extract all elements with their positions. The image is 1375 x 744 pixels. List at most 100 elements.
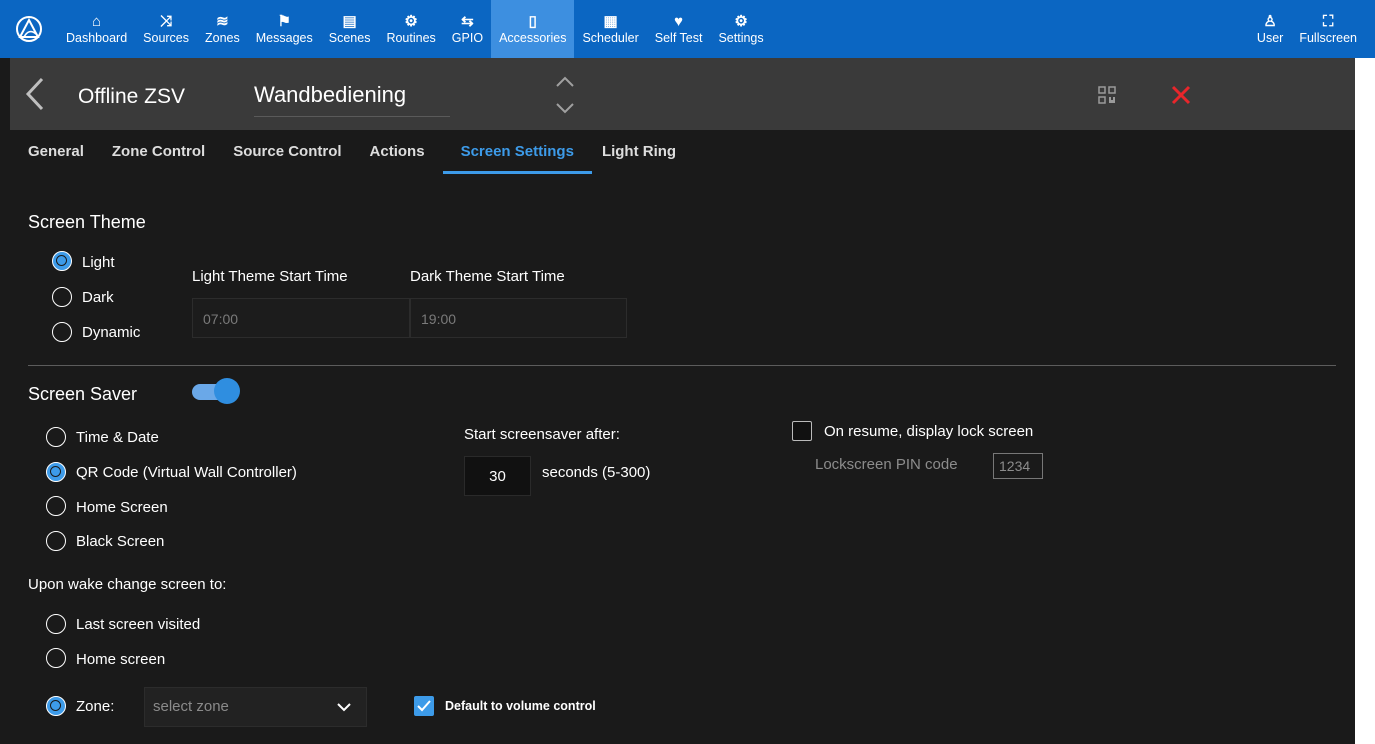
pin-code-label: Lockscreen PIN code — [815, 456, 958, 473]
toggle-knob — [214, 378, 240, 404]
nav-sources[interactable]: ⤨ Sources — [135, 0, 197, 58]
page-title: Offline ZSV — [78, 85, 185, 108]
saver-black-screen-label: Black Screen — [76, 533, 165, 550]
nav-label: Settings — [718, 30, 764, 45]
theme-dynamic-radio[interactable] — [52, 322, 72, 342]
nav-scheduler[interactable]: ▦ Scheduler — [574, 0, 646, 58]
top-nav: ⌂ Dashboard ⤨ Sources ≋ Zones ⚑ Messages ▤ Scenes… — [0, 0, 1375, 58]
default-volume-label: Default to volume control — [445, 699, 596, 713]
nav-zones[interactable]: ≋ Zones — [197, 0, 248, 58]
tab-screen-settings[interactable]: Screen Settings — [442, 130, 592, 174]
nav-label: Zones — [205, 30, 240, 45]
tablet-icon: ▯ — [528, 12, 537, 30]
zone-select-value: select zone — [153, 698, 229, 715]
device-name-field[interactable]: Wandbediening — [254, 82, 406, 108]
fullscreen-icon: ⛶ — [1322, 12, 1334, 30]
nav-label: Sources — [143, 30, 190, 45]
saver-qr-code-radio[interactable] — [46, 462, 66, 482]
tab-light-ring[interactable]: Light Ring — [592, 130, 694, 174]
nav-label: Routines — [386, 30, 436, 45]
right-gutter — [1355, 58, 1375, 744]
theme-light-radio[interactable] — [52, 251, 72, 271]
pin-code-input[interactable]: 1234 — [993, 453, 1043, 479]
checkmark-icon — [417, 700, 431, 712]
device-header: Offline ZSV Wandbediening — [10, 58, 1355, 130]
nav-label: GPIO — [451, 30, 484, 45]
tab-zone-control[interactable]: Zone Control — [102, 130, 223, 174]
cogs-icon: ⚙ — [404, 12, 418, 30]
seconds-range-label: seconds (5-300) — [542, 464, 651, 481]
nav-settings[interactable]: ⚙ Settings — [710, 0, 771, 58]
nav-fullscreen[interactable]: ⛶ Fullscreen — [1291, 0, 1365, 58]
nav-label: Dashboard — [66, 30, 128, 45]
nav-label: User — [1256, 30, 1284, 45]
dark-theme-time-input[interactable]: 19:00 — [410, 298, 627, 338]
nav-items: ⌂ Dashboard ⤨ Sources ≋ Zones ⚑ Messages ▤ Scenes… — [58, 0, 772, 58]
main-panel: Offline ZSV Wandbediening General Zone C… — [0, 58, 1355, 744]
theme-dark-radio[interactable] — [52, 287, 72, 307]
screen-saver-toggle[interactable] — [192, 378, 242, 406]
theme-light-label: Light — [82, 254, 115, 271]
saver-qr-code-label: QR Code (Virtual Wall Controller) — [76, 464, 297, 481]
lock-screen-label: On resume, display lock screen — [824, 423, 1034, 440]
nav-label: Messages — [255, 30, 313, 45]
wake-last-screen-radio[interactable] — [46, 614, 66, 634]
wake-home-screen-radio[interactable] — [46, 648, 66, 668]
nav-label: Scenes — [328, 30, 371, 45]
wake-title: Upon wake change screen to: — [28, 576, 227, 593]
zone-select[interactable]: select zone — [144, 687, 367, 727]
nav-scenes[interactable]: ▤ Scenes — [321, 0, 379, 58]
nav-messages[interactable]: ⚑ Messages — [248, 0, 321, 58]
back-chevron-icon[interactable] — [20, 76, 50, 112]
tab-source-control[interactable]: Source Control — [223, 130, 359, 174]
screensaver-seconds-input[interactable]: 30 — [464, 456, 531, 496]
shuffle-icon: ⤨ — [160, 12, 173, 30]
dashboard-icon: ⌂ — [92, 12, 102, 30]
heartbeat-icon: ♥ — [674, 12, 684, 30]
nav-accessories[interactable]: ▯ Accessories — [491, 0, 575, 58]
nav-label: Fullscreen — [1299, 30, 1357, 45]
nav-dashboard[interactable]: ⌂ Dashboard — [58, 0, 135, 58]
wake-zone-radio[interactable] — [46, 696, 66, 716]
wake-last-screen-label: Last screen visited — [76, 616, 201, 633]
device-name-underline — [254, 116, 450, 117]
nav-routines[interactable]: ⚙ Routines — [378, 0, 443, 58]
screen-saver-title: Screen Saver — [28, 384, 138, 404]
saver-time-date-label: Time & Date — [76, 429, 159, 446]
qr-code-icon[interactable] — [1098, 86, 1116, 104]
wake-zone-label: Zone: — [76, 698, 115, 715]
brand-logo[interactable] — [0, 0, 58, 58]
tab-actions[interactable]: Actions — [360, 130, 443, 174]
layers-icon: ≋ — [216, 12, 229, 30]
transfer-icon: ⇆ — [461, 12, 474, 30]
theme-dark-label: Dark — [82, 289, 114, 306]
gear-icon: ⚙ — [734, 12, 748, 30]
lock-screen-checkbox[interactable] — [792, 421, 812, 441]
tab-bar: General Zone Control Source Control Acti… — [18, 130, 694, 176]
nav-gpio[interactable]: ⇆ GPIO — [444, 0, 491, 58]
megaphone-icon: ⚑ — [277, 12, 291, 30]
screen-theme-title: Screen Theme — [28, 212, 146, 232]
nav-label: Accessories — [499, 30, 567, 45]
dark-theme-start-label: Dark Theme Start Time — [410, 268, 565, 285]
nav-right-items: ♙ User ⛶ Fullscreen — [1249, 0, 1375, 58]
start-screensaver-label: Start screensaver after: — [464, 426, 620, 443]
nav-user[interactable]: ♙ User — [1249, 0, 1291, 58]
nav-label: Self Test — [654, 30, 703, 45]
wake-home-screen-label: Home screen — [76, 651, 166, 668]
saver-home-screen-label: Home Screen — [76, 499, 168, 516]
light-theme-start-label: Light Theme Start Time — [192, 268, 348, 285]
saver-time-date-radio[interactable] — [46, 427, 66, 447]
theme-dynamic-label: Dynamic — [82, 324, 141, 341]
tab-general[interactable]: General — [18, 130, 102, 174]
default-volume-checkbox[interactable] — [414, 696, 434, 716]
clapperboard-icon: ▤ — [342, 12, 357, 30]
saver-home-screen-radio[interactable] — [46, 496, 66, 516]
light-theme-time-input[interactable]: 07:00 — [192, 298, 410, 338]
chevron-down-icon — [337, 703, 351, 712]
calendar-icon: ▦ — [603, 12, 618, 30]
saver-black-screen-radio[interactable] — [46, 531, 66, 551]
up-down-chevron-icon[interactable] — [553, 72, 577, 118]
close-icon[interactable] — [1170, 84, 1192, 106]
nav-self-test[interactable]: ♥ Self Test — [647, 0, 711, 58]
